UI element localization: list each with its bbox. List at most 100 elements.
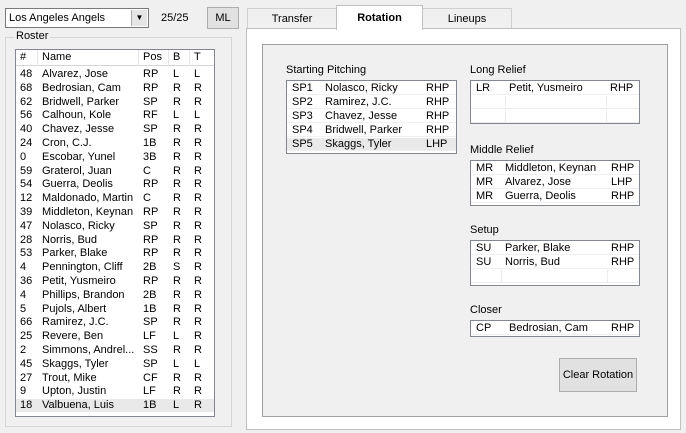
- roster-row[interactable]: 56 Calhoun, Kole RF L L: [16, 109, 214, 122]
- rotation-slot-row[interactable]: SU Norris, Bud RHP: [471, 256, 639, 269]
- rotation-slot-row[interactable]: MR Guerra, Deolis RHP: [471, 190, 639, 203]
- column-header-bats[interactable]: B: [169, 50, 190, 66]
- roster-row[interactable]: 25 Revere, Ben LF L R: [16, 330, 214, 343]
- player-name: Revere, Ben: [42, 330, 104, 343]
- roster-row[interactable]: 53 Parker, Blake RP R R: [16, 247, 214, 260]
- player-bats: R: [173, 219, 181, 232]
- slot-handedness: RHP: [611, 190, 635, 202]
- column-header-number[interactable]: #: [16, 50, 38, 66]
- starting-pitching-list[interactable]: SP1 Nolasco, Ricky RHP SP2 Ramirez, J.C. RHP S…: [286, 80, 457, 154]
- player-number: 40: [20, 123, 33, 136]
- empty-slot-row[interactable]: [471, 110, 639, 123]
- rotation-slot-row[interactable]: SP5 Skaggs, Tyler LHP: [287, 138, 456, 151]
- player-bats: R: [173, 95, 181, 108]
- roster-row[interactable]: 68 Bedrosian, Cam RP R R: [16, 82, 214, 95]
- player-name: Ramirez, J.C.: [42, 316, 109, 329]
- player-throws: R: [194, 137, 202, 149]
- clear-rotation-button[interactable]: Clear Rotation: [559, 358, 637, 392]
- player-position: RP: [143, 233, 159, 246]
- player-position: RP: [143, 68, 159, 80]
- slot-handedness: RHP: [611, 256, 635, 268]
- rotation-slot-row[interactable]: SP3 Chavez, Jesse RHP: [287, 110, 456, 123]
- empty-slot-row[interactable]: [471, 270, 639, 283]
- player-throws: R: [194, 302, 202, 315]
- setup-label: Setup: [470, 224, 499, 236]
- player-number: 18: [20, 399, 33, 412]
- rotation-slot-row[interactable]: SP2 Ramirez, J.C. RHP: [287, 96, 456, 109]
- column-header-throws[interactable]: T: [190, 50, 214, 66]
- roster-row[interactable]: 18 Valbuena, Luis 1B L R: [16, 399, 214, 413]
- roster-row[interactable]: 24 Cron, C.J. 1B R R: [16, 137, 214, 150]
- roster-row[interactable]: 4 Pennington, Cliff 2B S R: [16, 261, 214, 274]
- roster-row[interactable]: 28 Norris, Bud RP R R: [16, 234, 214, 247]
- slot-handedness: RHP: [426, 110, 450, 122]
- roster-row[interactable]: 36 Petit, Yusmeiro RP R R: [16, 275, 214, 288]
- slot-player-name: Chavez, Jesse: [325, 110, 398, 122]
- slot-handedness: RHP: [611, 242, 635, 254]
- roster-row[interactable]: 0 Escobar, Yunel 3B R R: [16, 151, 214, 164]
- roster-row[interactable]: 5 Pujols, Albert 1B R R: [16, 303, 214, 316]
- slot-handedness: LHP: [611, 176, 633, 188]
- player-throws: R: [194, 247, 202, 260]
- column-divider: [607, 270, 608, 283]
- slot-player-name: Bedrosian, Cam: [509, 322, 588, 334]
- slot-handedness: RHP: [610, 82, 634, 94]
- player-number: 59: [20, 164, 33, 177]
- roster-row[interactable]: 27 Trout, Mike CF R R: [16, 372, 214, 385]
- slot-code: SU: [476, 242, 492, 254]
- roster-row[interactable]: 12 Maldonado, Martin C R R: [16, 192, 214, 205]
- player-number: 0: [20, 150, 27, 163]
- ml-button[interactable]: ML: [207, 7, 239, 29]
- rotation-slot-row[interactable]: SU Parker, Blake RHP: [471, 242, 639, 255]
- roster-row[interactable]: 54 Guerra, Deolis RP R R: [16, 178, 214, 191]
- chevron-down-icon[interactable]: ▼: [131, 10, 147, 26]
- column-header-pos[interactable]: Pos: [139, 50, 169, 66]
- roster-row[interactable]: 62 Bridwell, Parker SP R R: [16, 96, 214, 109]
- roster-row[interactable]: 40 Chavez, Jesse SP R R: [16, 123, 214, 136]
- roster-row[interactable]: 9 Upton, Justin LF R R: [16, 385, 214, 398]
- empty-slot-row[interactable]: [471, 96, 639, 109]
- roster-row[interactable]: 4 Phillips, Brandon 2B R R: [16, 289, 214, 302]
- player-number: 36: [20, 275, 33, 287]
- column-header-name[interactable]: Name: [38, 50, 139, 66]
- player-number: 4: [20, 288, 27, 301]
- player-bats: S: [173, 261, 181, 274]
- player-throws: R: [194, 233, 202, 246]
- rotation-slot-row[interactable]: SP4 Bridwell, Parker RHP: [287, 124, 456, 137]
- rotation-slot-row[interactable]: SP1 Nolasco, Ricky RHP: [287, 82, 456, 95]
- player-bats: R: [173, 123, 181, 136]
- tab-rotation[interactable]: Rotation: [336, 5, 423, 30]
- closer-list[interactable]: CP Bedrosian, Cam RHP: [470, 320, 640, 337]
- roster-row[interactable]: 2 Simmons, Andrel... SS R R: [16, 344, 214, 357]
- rotation-slot-row[interactable]: CP Bedrosian, Cam RHP: [471, 322, 639, 335]
- rotation-slot-row[interactable]: MR Alvarez, Jose LHP: [471, 176, 639, 189]
- roster-row[interactable]: 59 Graterol, Juan C R R: [16, 165, 214, 178]
- roster-row[interactable]: 66 Ramirez, J.C. SP R R: [16, 316, 214, 329]
- setup-list[interactable]: SU Parker, Blake RHP SU Norris, Bud RHP: [470, 240, 640, 286]
- long-relief-list[interactable]: LR Petit, Yusmeiro RHP: [470, 80, 640, 124]
- player-position: RP: [143, 206, 159, 218]
- team-select[interactable]: Los Angeles Angels ▼: [5, 8, 149, 28]
- roster-row[interactable]: 45 Skaggs, Tyler SP L L: [16, 358, 214, 371]
- roster-row[interactable]: 47 Nolasco, Ricky SP R R: [16, 220, 214, 233]
- player-position: SP: [143, 219, 158, 232]
- rotation-slot-row[interactable]: MR Middleton, Keynan RHP: [471, 162, 639, 175]
- player-throws: R: [194, 219, 202, 232]
- roster-row[interactable]: 48 Alvarez, Jose RP L L: [16, 68, 214, 81]
- tab-lineups[interactable]: Lineups: [422, 8, 512, 29]
- tab-transfer[interactable]: Transfer: [247, 8, 337, 29]
- roster-list[interactable]: # Name Pos B T 48 Alvarez, Jose RP L L 68 Bedr…: [15, 49, 215, 417]
- player-throws: L: [194, 109, 201, 122]
- player-number: 47: [20, 219, 33, 232]
- player-throws: R: [194, 316, 202, 329]
- player-number: 25: [20, 330, 33, 343]
- player-position: 3B: [143, 150, 157, 163]
- middle-relief-list[interactable]: MR Middleton, Keynan RHP MR Alvarez, Jose LHP…: [470, 160, 640, 206]
- player-name: Calhoun, Kole: [42, 109, 112, 122]
- player-number: 5: [20, 302, 27, 315]
- slot-player-name: Bridwell, Parker: [325, 124, 403, 136]
- rotation-slot-row[interactable]: LR Petit, Yusmeiro RHP: [471, 82, 639, 95]
- roster-row[interactable]: 39 Middleton, Keynan RP R R: [16, 206, 214, 219]
- slot-code: MR: [476, 190, 494, 202]
- player-throws: R: [194, 81, 202, 94]
